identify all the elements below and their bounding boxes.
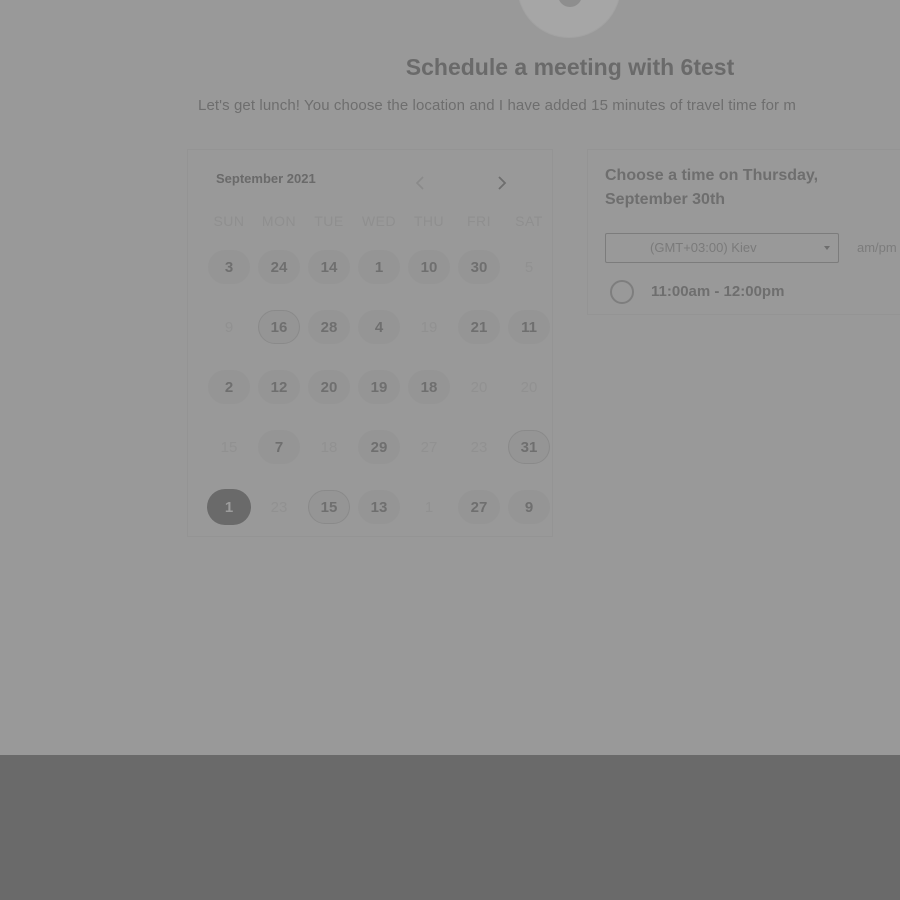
calendar-day: 18 <box>320 438 338 456</box>
calendar-day[interactable]: 4 <box>358 310 400 344</box>
weekday-label: SAT <box>515 213 543 229</box>
calendar-day[interactable]: 3 <box>208 250 250 284</box>
calendar-day[interactable]: 30 <box>458 250 500 284</box>
calendar-day[interactable]: 13 <box>358 490 400 524</box>
time-slot-radio[interactable] <box>610 280 634 304</box>
calendar-day[interactable]: 31 <box>508 430 550 464</box>
weekday-label: THU <box>413 213 445 229</box>
time-picker-heading: Choose a time on Thursday, September 30t… <box>605 167 819 208</box>
calendar-day-selected[interactable]: 1 <box>207 489 251 525</box>
chevron-right-icon <box>498 176 507 190</box>
calendar-day[interactable]: 29 <box>358 430 400 464</box>
calendar-day: 23 <box>270 498 288 516</box>
next-month-button[interactable] <box>489 170 515 196</box>
calendar-day[interactable]: 2 <box>208 370 250 404</box>
timezone-value: (GMT+03:00) Kiev <box>650 240 757 255</box>
calendar-day[interactable]: 7 <box>258 430 300 464</box>
calendar-day[interactable]: 1 <box>358 250 400 284</box>
prev-month-button[interactable] <box>407 170 433 196</box>
calendar-day: 20 <box>520 378 538 396</box>
dropdown-caret-icon <box>824 246 830 250</box>
weekday-label: MON <box>261 213 297 229</box>
calendar-day[interactable]: 18 <box>408 370 450 404</box>
calendar-day[interactable]: 10 <box>408 250 450 284</box>
calendar-day[interactable]: 20 <box>308 370 350 404</box>
calendar-day[interactable]: 21 <box>458 310 500 344</box>
weekday-label: TUE <box>314 213 344 229</box>
calendar-day: 23 <box>470 438 488 456</box>
calendar-day[interactable]: 12 <box>258 370 300 404</box>
calendar-day: 15 <box>220 438 238 456</box>
month-label: September 2021 <box>216 171 316 186</box>
calendar-day: 1 <box>424 498 434 516</box>
time-format-toggle[interactable]: am/pm <box>857 240 897 255</box>
calendar-day: 5 <box>524 258 534 276</box>
weekday-label: FRI <box>466 213 492 229</box>
calendar-day[interactable]: 14 <box>308 250 350 284</box>
calendar-day: 20 <box>470 378 488 396</box>
host-avatar <box>517 0 621 38</box>
page-title: Schedule a meeting with 6test <box>405 54 735 80</box>
calendar-day[interactable]: 24 <box>258 250 300 284</box>
calendar-day[interactable]: 28 <box>308 310 350 344</box>
calendar-day: 27 <box>420 438 438 456</box>
calendar-day[interactable]: 11 <box>508 310 550 344</box>
time-slot-label[interactable]: 11:00am - 12:00pm <box>651 283 784 300</box>
weekday-label: SUN <box>213 213 245 229</box>
meeting-description: Let's get lunch! You choose the location… <box>198 97 796 114</box>
weekday-label: WED <box>361 213 397 229</box>
calendar-day[interactable]: 15 <box>308 490 350 524</box>
chevron-left-icon <box>415 176 424 190</box>
calendar-day[interactable]: 16 <box>258 310 300 344</box>
avatar-badge <box>558 0 582 7</box>
calendar-day: 9 <box>224 318 234 336</box>
calendar-day: 19 <box>420 318 438 336</box>
timezone-select[interactable]: (GMT+03:00) Kiev <box>605 233 839 263</box>
calendar-day[interactable]: 19 <box>358 370 400 404</box>
scheduling-page: Schedule a meeting with 6test Let's get … <box>0 0 900 755</box>
calendar-day[interactable]: 9 <box>508 490 550 524</box>
calendar-day[interactable]: 27 <box>458 490 500 524</box>
